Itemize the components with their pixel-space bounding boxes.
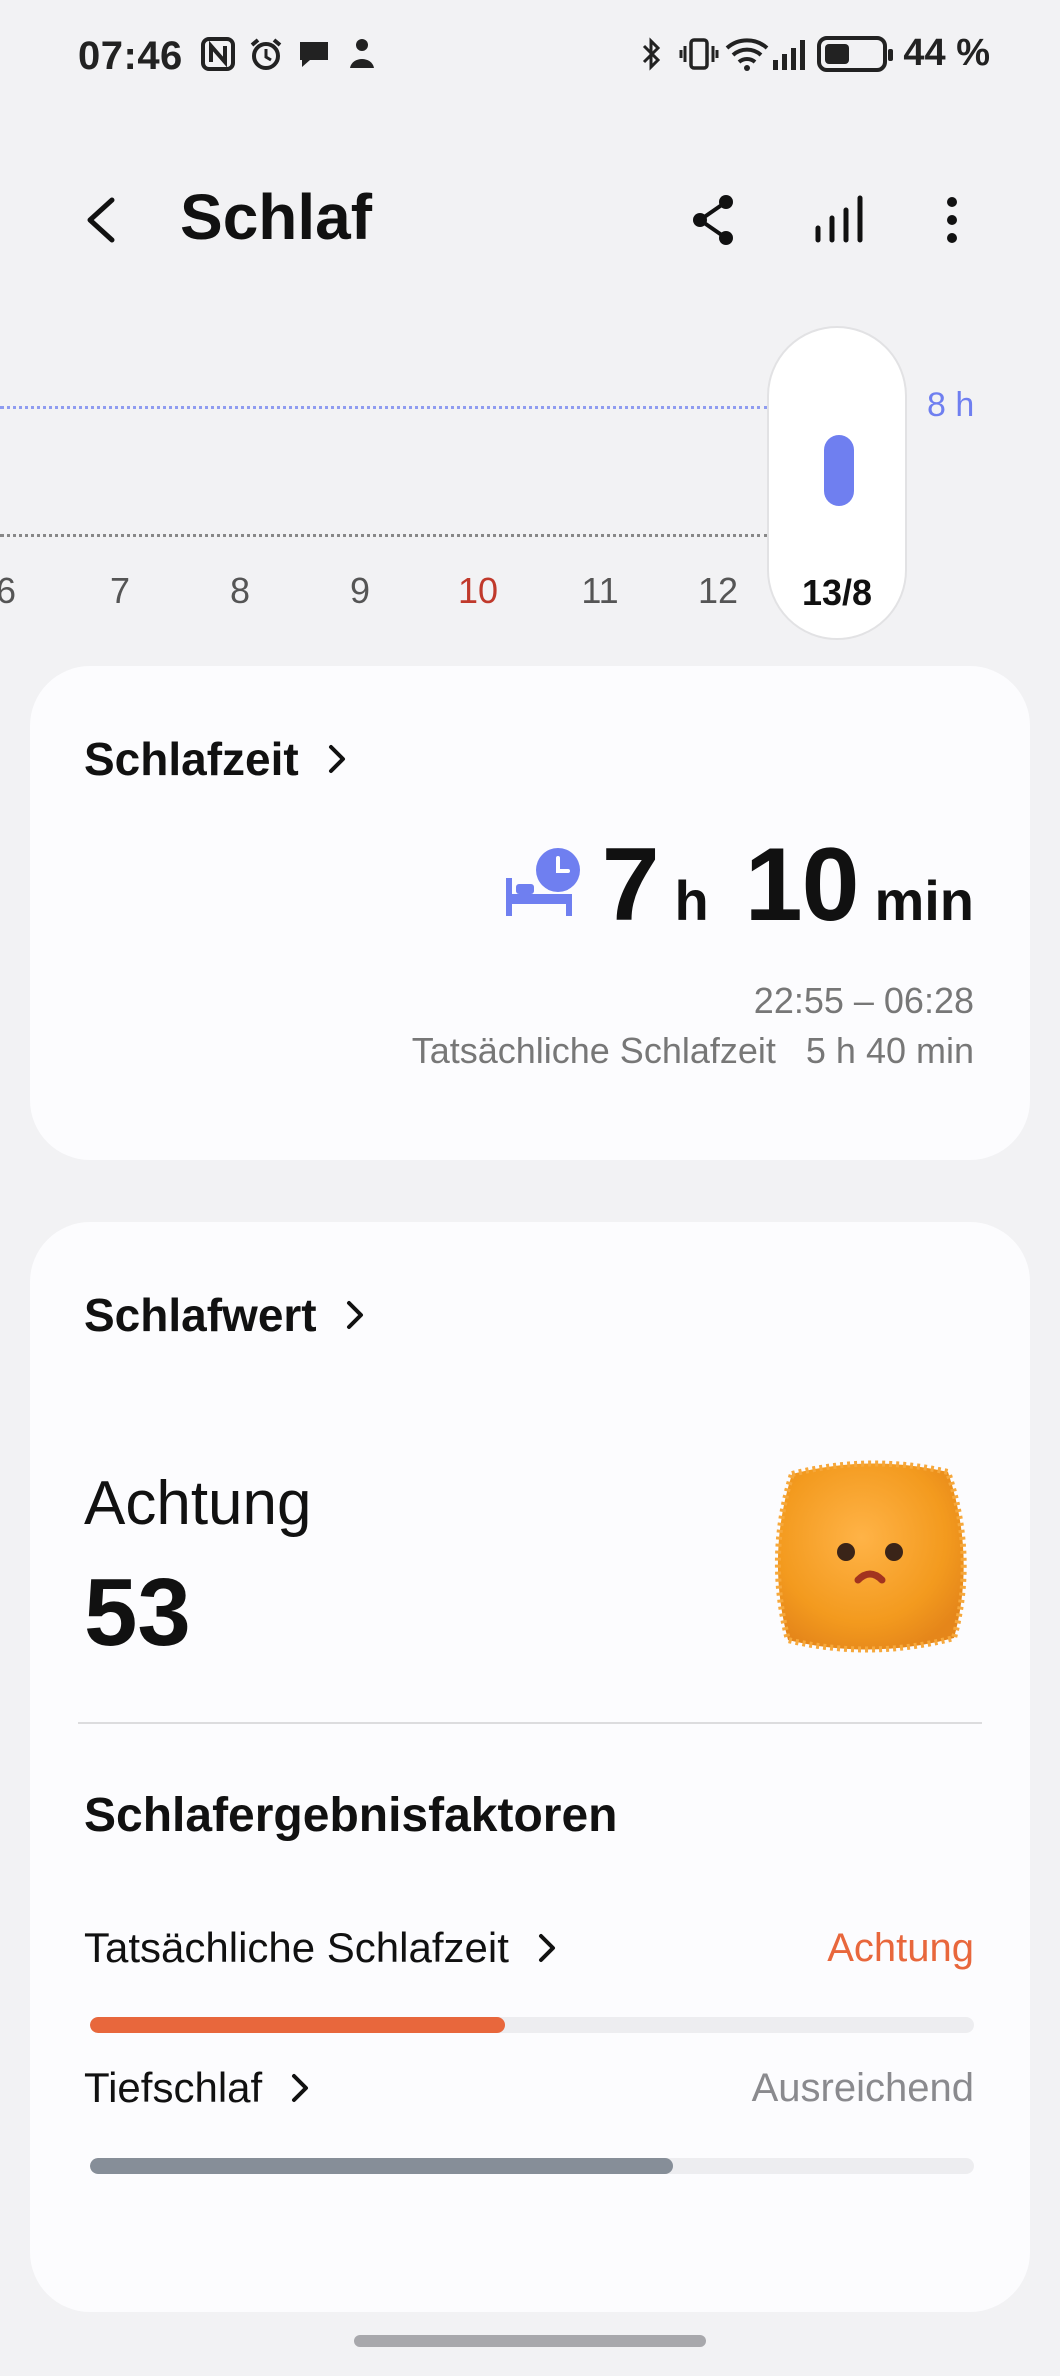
trends-button[interactable] bbox=[808, 188, 872, 252]
factor-progress-bar bbox=[90, 2158, 974, 2174]
factor-name: Tiefschlaf bbox=[84, 2064, 263, 2111]
sleep-hours-unit: h bbox=[674, 869, 709, 932]
chat-icon bbox=[296, 36, 332, 72]
bluetooth-icon bbox=[633, 36, 669, 72]
factor-progress-fill bbox=[90, 2158, 674, 2174]
alarm-icon bbox=[248, 36, 284, 72]
page-title: Schlaf bbox=[180, 181, 373, 253]
goal-line bbox=[0, 406, 768, 409]
back-button[interactable] bbox=[72, 188, 136, 252]
sleep-score-card: Schlafwert Achtung 53 Schlafergebnisfakt… bbox=[30, 1222, 1030, 2312]
actual-sleep-time: Tatsächliche Schlafzeit 5 h 40 min bbox=[411, 1030, 974, 1071]
factor-progress-fill bbox=[90, 2017, 506, 2033]
chevron-right-icon bbox=[538, 1934, 555, 1962]
notification-icons bbox=[200, 36, 380, 72]
share-icon bbox=[693, 195, 733, 245]
signal-icon bbox=[771, 36, 807, 72]
timeline-day-label[interactable]: 6 bbox=[0, 570, 36, 612]
app-header: Schlaf bbox=[0, 160, 1060, 280]
timeline-day-label[interactable]: 8 bbox=[210, 570, 270, 612]
factor-status: Achtung bbox=[827, 1926, 974, 1970]
battery-icon bbox=[817, 35, 894, 72]
timeline-day-label[interactable]: 7 bbox=[90, 570, 150, 612]
sleep-minutes: 10 bbox=[744, 827, 860, 943]
factor-progress-bar bbox=[90, 2017, 974, 2033]
sleep-score-title: Schlafwert bbox=[84, 1289, 317, 1341]
factor-status: Ausreichend bbox=[751, 2066, 974, 2110]
wifi-icon bbox=[725, 36, 769, 72]
divider bbox=[78, 1722, 982, 1724]
more-options-button[interactable] bbox=[920, 188, 984, 252]
sleep-timeline[interactable]: 8 h 6 7 8 9 10 11 12 13/8 bbox=[0, 320, 1060, 650]
status-time: 07:46 bbox=[78, 34, 183, 78]
sleep-time-range: 22:55 – 06:28 bbox=[753, 980, 974, 1021]
timeline-day-label[interactable]: 10 bbox=[448, 570, 508, 612]
vibrate-icon bbox=[679, 36, 719, 72]
factor-deep-sleep-link[interactable]: Tiefschlaf bbox=[84, 2064, 314, 2112]
chevron-right-icon bbox=[346, 1301, 363, 1329]
factor-name: Tatsächliche Schlafzeit bbox=[84, 1924, 509, 1971]
factors-title: Schlafergebnisfaktoren bbox=[84, 1789, 618, 1842]
sleep-duration: 7 h 10 min bbox=[602, 826, 974, 945]
sleep-time-title-link[interactable]: Schlafzeit bbox=[84, 732, 351, 786]
sleep-time-card: Schlafzeit 7 h 10 min 22:55 – 06:28 Tats… bbox=[30, 666, 1030, 1160]
timeline-day-label[interactable]: 11 bbox=[570, 570, 630, 612]
sleep-hours: 7 bbox=[601, 827, 660, 943]
selected-day-label: 13/8 bbox=[801, 572, 873, 613]
system-icons: 44 % bbox=[633, 32, 990, 75]
home-indicator[interactable] bbox=[354, 2335, 706, 2347]
factor-actual-sleep-link[interactable]: Tatsächliche Schlafzeit bbox=[84, 1924, 561, 1972]
chevron-right-icon bbox=[292, 2074, 309, 2102]
nfc-icon bbox=[200, 36, 236, 72]
sleep-time-title: Schlafzeit bbox=[84, 733, 299, 785]
goal-label: 8 h bbox=[927, 386, 975, 424]
app-notification-icon bbox=[344, 36, 380, 72]
selected-day-bar bbox=[824, 435, 854, 506]
bar-chart-icon bbox=[815, 195, 863, 243]
baseline bbox=[0, 534, 768, 537]
timeline-day-label[interactable]: 9 bbox=[330, 570, 390, 612]
bed-clock-icon bbox=[502, 842, 582, 922]
timeline-day-label[interactable]: 12 bbox=[688, 570, 748, 612]
sleep-minutes-unit: min bbox=[874, 869, 974, 932]
battery-percent: 44 % bbox=[903, 32, 990, 74]
chevron-right-icon bbox=[328, 745, 345, 773]
share-button[interactable] bbox=[682, 188, 746, 252]
sleep-score-title-link[interactable]: Schlafwert bbox=[84, 1288, 369, 1342]
sleep-mascot-icon bbox=[762, 1448, 978, 1664]
selected-day[interactable]: 13/8 bbox=[767, 326, 907, 640]
status-bar: 07:46 44 % bbox=[0, 0, 1060, 118]
chevron-left-icon bbox=[87, 197, 115, 243]
sleep-score-value: 53 bbox=[84, 1559, 191, 1666]
more-vertical-icon bbox=[947, 197, 957, 243]
sleep-score-status: Achtung bbox=[84, 1469, 312, 1538]
